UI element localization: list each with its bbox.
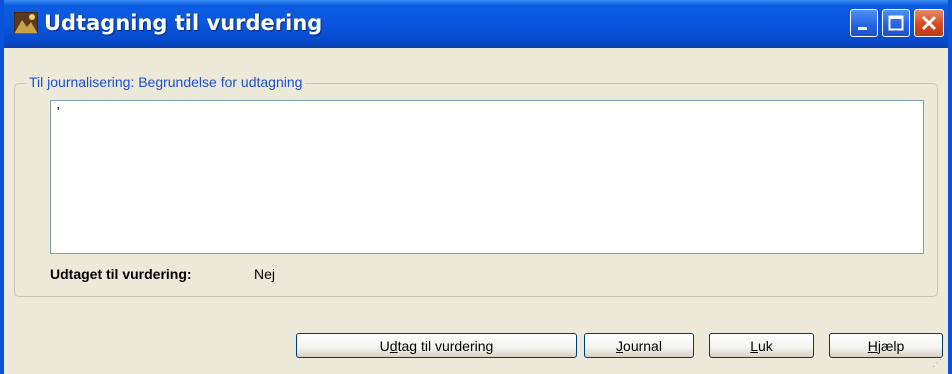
button-accelerator: H bbox=[867, 337, 878, 354]
app-icon bbox=[14, 12, 38, 34]
group-legend: Til journalisering: Begrundelse for udta… bbox=[26, 74, 306, 90]
button-label-prefix: U bbox=[379, 337, 390, 354]
close-icon bbox=[921, 15, 937, 31]
journal-button[interactable]: Journal bbox=[584, 333, 694, 358]
justification-textarea[interactable]: ' bbox=[50, 100, 924, 254]
maximize-button[interactable] bbox=[882, 9, 910, 37]
title-bar[interactable]: Udtagning til vurdering bbox=[4, 0, 948, 48]
status-value: Nej bbox=[254, 266, 276, 282]
luk-button[interactable]: Luk bbox=[709, 333, 814, 358]
button-label-suffix: ournal bbox=[623, 337, 662, 354]
maximize-icon bbox=[888, 15, 904, 31]
minimize-icon bbox=[858, 27, 867, 30]
close-button[interactable] bbox=[914, 9, 944, 37]
button-accelerator: d bbox=[389, 337, 398, 354]
window-title: Udtagning til vurdering bbox=[44, 11, 323, 35]
resize-grip-icon[interactable]: ⋰ bbox=[932, 358, 942, 369]
status-label: Udtaget til vurdering: bbox=[50, 266, 192, 282]
hjaelp-button[interactable]: Hjælp bbox=[829, 333, 943, 358]
dialog-window: Udtagning til vurdering Til journaliseri… bbox=[0, 0, 952, 374]
udtag-til-vurdering-button[interactable]: Udtag til vurdering bbox=[296, 333, 577, 358]
button-label-suffix: uk bbox=[758, 337, 773, 354]
minimize-button[interactable] bbox=[850, 9, 878, 37]
button-label-suffix: tag til vurdering bbox=[397, 337, 494, 354]
button-accelerator: L bbox=[750, 337, 758, 354]
button-accelerator: J bbox=[616, 337, 624, 354]
button-label-suffix: jælp bbox=[877, 337, 905, 354]
